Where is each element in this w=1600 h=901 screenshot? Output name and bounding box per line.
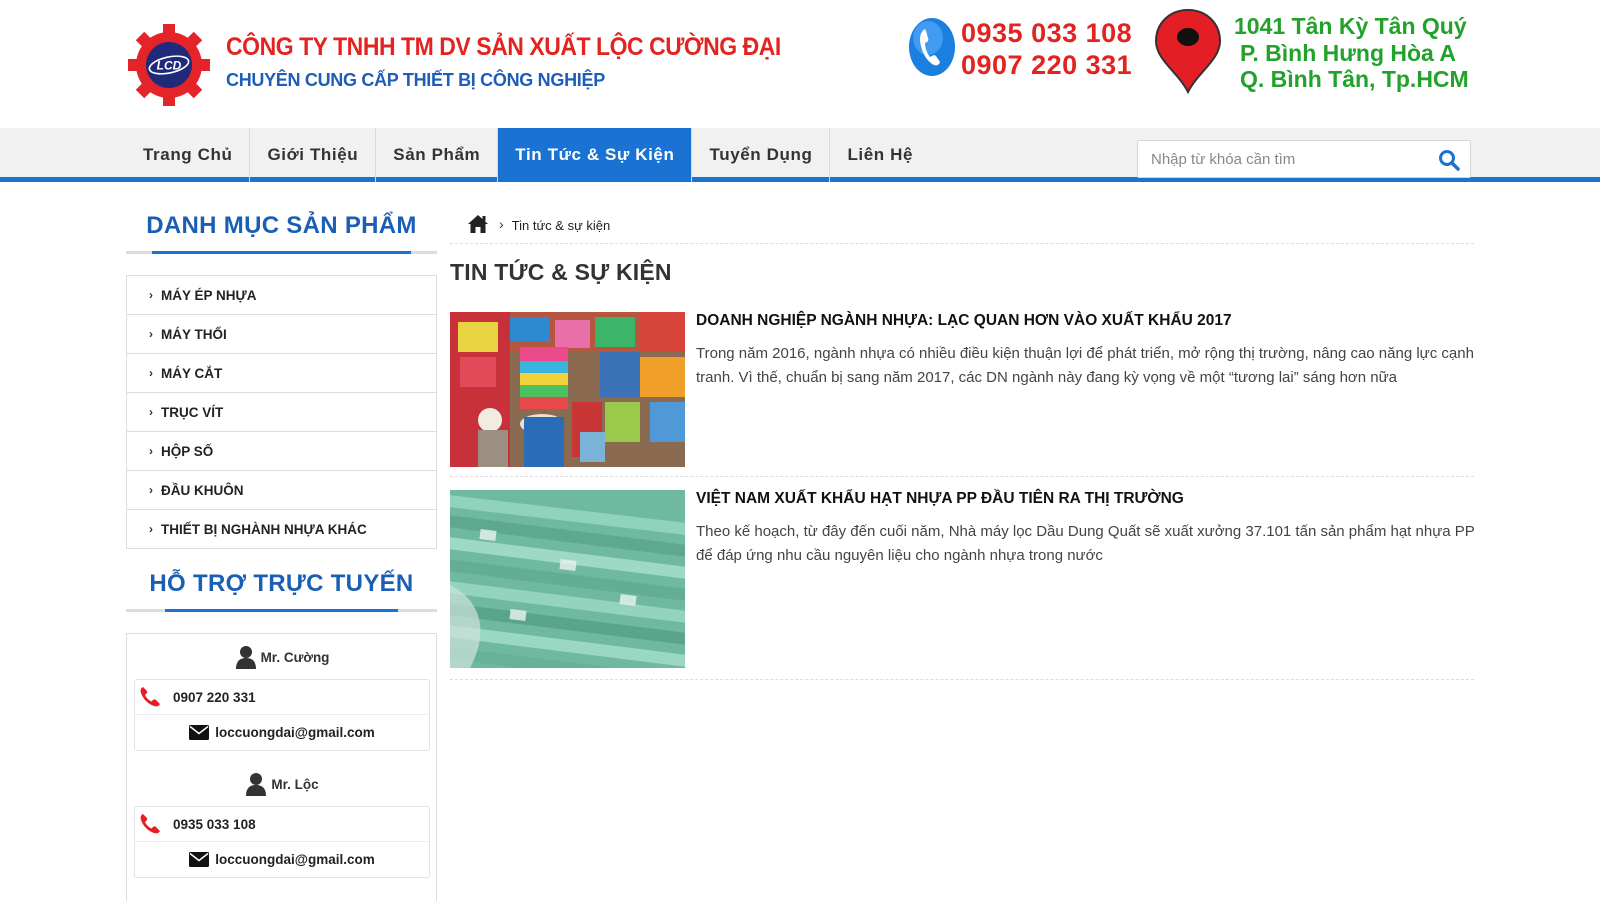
header-phone-1[interactable]: 0935 033 108 [961, 18, 1132, 49]
contact-name: Mr. Lộc [271, 776, 319, 792]
category-label: TRỤC VÍT [161, 404, 224, 420]
article-title-link[interactable]: DOANH NGHIỆP NGÀNH NHỰA: LẠC QUAN HƠN VÀ… [696, 312, 1232, 330]
categories-heading-text: DANH MỤC SẢN PHẨM [146, 212, 417, 239]
breadcrumb: › Tin tức & sự kiện [450, 214, 1474, 244]
chevron-right-icon: › [149, 405, 153, 419]
support-box: Mr. Cường 0907 220 331 loccuongdai@gmail… [126, 633, 437, 901]
search-box [1137, 140, 1471, 178]
logo-text: LCD [157, 59, 182, 73]
category-label: MÁY ÉP NHỰA [161, 287, 257, 303]
category-label: HỘP SỐ [161, 443, 214, 459]
chevron-right-icon: › [149, 366, 153, 380]
support-contact: Mr. Cường 0907 220 331 loccuongdai@gmail… [134, 635, 430, 751]
category-label: ĐẦU KHUÔN [161, 482, 244, 498]
support-heading: HỖ TRỢ TRỰC TUYẾN [126, 554, 437, 612]
contact-name: Mr. Cường [260, 649, 330, 665]
contact-phone: 0935 033 108 [173, 816, 256, 832]
contact-email: loccuongdai@gmail.com [215, 852, 375, 867]
contact-email: loccuongdai@gmail.com [215, 725, 375, 740]
chevron-right-icon: › [149, 288, 153, 302]
chevron-right-icon: › [149, 327, 153, 341]
nav-item-products[interactable]: Sản Phẩm [376, 128, 499, 182]
contact-name-row: Mr. Lộc [134, 762, 430, 806]
contact-phone-row[interactable]: 0935 033 108 [135, 807, 429, 842]
sidebar: DANH MỤC SẢN PHẨM › MÁY ÉP NHỰA › MÁY THỔI… [126, 196, 437, 549]
contact-email-row[interactable]: loccuongdai@gmail.com [135, 842, 429, 877]
heading-underline [152, 251, 411, 254]
main-navbar: Trang Chủ Giới Thiệu Sản Phẩm Tin Tức & … [0, 128, 1600, 182]
category-item[interactable]: › MÁY CẮT [127, 354, 436, 393]
user-icon [246, 773, 267, 796]
company-name: CÔNG TY TNHH TM DV SẢN XUẤT LỘC CƯỜNG ĐẠ… [226, 33, 781, 61]
nav-item-news[interactable]: Tin Tức & Sự Kiện [498, 128, 693, 182]
phone-call-icon [140, 814, 160, 834]
article-title-link[interactable]: VIỆT NAM XUẤT KHẨU HẠT NHỰA PP ĐẦU TIÊN … [696, 490, 1184, 508]
breadcrumb-separator: › [499, 216, 504, 232]
chevron-right-icon: › [149, 483, 153, 497]
address-line-1: 1041 Tân Kỳ Tân Quý [1234, 13, 1467, 39]
support-contact: Mr. Lộc 0935 033 108 loccuongdai@gmail.c… [134, 762, 430, 878]
contact-name-row: Mr. Cường [134, 635, 430, 679]
user-icon [235, 646, 256, 669]
category-item[interactable]: › HỘP SỐ [127, 432, 436, 471]
contact-email-row[interactable]: loccuongdai@gmail.com [135, 715, 429, 750]
category-item[interactable]: › ĐẦU KHUÔN [127, 471, 436, 510]
categories-heading: DANH MỤC SẢN PHẨM [126, 196, 437, 254]
heading-underline [165, 609, 398, 612]
article-description: Theo kế hoạch, từ đây đến cuối năm, Nhà … [696, 523, 1475, 564]
nav-item-about[interactable]: Giới Thiệu [250, 128, 377, 182]
page-title: TIN TỨC & SỰ KIỆN [450, 259, 672, 285]
contact-card: 0935 033 108 loccuongdai@gmail.com [134, 806, 430, 878]
support-heading-text: HỖ TRỢ TRỰC TUYẾN [149, 570, 414, 597]
news-article: VIỆT NAM XUẤT KHẨU HẠT NHỰA PP ĐẦU TIÊN … [450, 490, 1474, 680]
location-pin-icon [1154, 8, 1222, 94]
article-thumbnail[interactable] [450, 490, 685, 668]
site-header: LCD CÔNG TY TNHH TM DV SẢN XUẤT LỘC CƯỜN… [0, 0, 1600, 128]
article-description: Trong năm 2016, ngành nhựa có nhiều điều… [696, 345, 1474, 386]
category-item[interactable]: › MÁY THỔI [127, 315, 436, 354]
company-tagline: CHUYÊN CUNG CẤP THIẾT BỊ CÔNG NGHIỆP [226, 70, 605, 90]
plastic-pipes-image [450, 490, 685, 668]
address-line-3: Q. Bình Tân, Tp.HCM [1240, 66, 1469, 92]
phone-icon [909, 18, 955, 76]
chevron-right-icon: › [149, 522, 153, 536]
nav-menu: Trang Chủ Giới Thiệu Sản Phẩm Tin Tức & … [126, 128, 930, 182]
nav-item-contact[interactable]: Liên Hệ [830, 128, 930, 182]
chevron-right-icon: › [149, 444, 153, 458]
contact-phone-row[interactable]: 0907 220 331 [135, 680, 429, 715]
nav-item-home[interactable]: Trang Chủ [126, 128, 251, 182]
phone-call-icon [140, 687, 160, 707]
header-phone-2[interactable]: 0907 220 331 [961, 50, 1132, 81]
category-item[interactable]: › MÁY ÉP NHỰA [127, 276, 436, 315]
home-icon[interactable] [467, 214, 489, 234]
company-logo[interactable]: LCD [126, 22, 212, 108]
plastic-market-image [450, 312, 685, 467]
contact-card: 0907 220 331 loccuongdai@gmail.com [134, 679, 430, 751]
envelope-icon [189, 852, 210, 867]
search-icon[interactable] [1438, 149, 1460, 171]
news-article: DOANH NGHIỆP NGÀNH NHỰA: LẠC QUAN HƠN VÀ… [450, 312, 1474, 477]
nav-item-careers[interactable]: Tuyển Dụng [692, 128, 831, 182]
category-item[interactable]: › THIẾT BỊ NGHÀNH NHỰA KHÁC [127, 510, 436, 549]
breadcrumb-current: Tin tức & sự kiện [511, 218, 611, 233]
category-list: › MÁY ÉP NHỰA › MÁY THỔI › MÁY CẮT › TRỤC VÍ… [126, 275, 437, 549]
search-input[interactable] [1138, 141, 1428, 177]
address-line-2: P. Bình Hưng Hòa A [1240, 40, 1456, 66]
article-thumbnail[interactable] [450, 312, 685, 467]
category-label: THIẾT BỊ NGHÀNH NHỰA KHÁC [161, 521, 367, 537]
category-item[interactable]: › TRỤC VÍT [127, 393, 436, 432]
category-label: MÁY THỔI [161, 326, 227, 342]
contact-phone: 0907 220 331 [173, 689, 256, 705]
envelope-icon [189, 725, 210, 740]
category-label: MÁY CẮT [161, 365, 223, 381]
